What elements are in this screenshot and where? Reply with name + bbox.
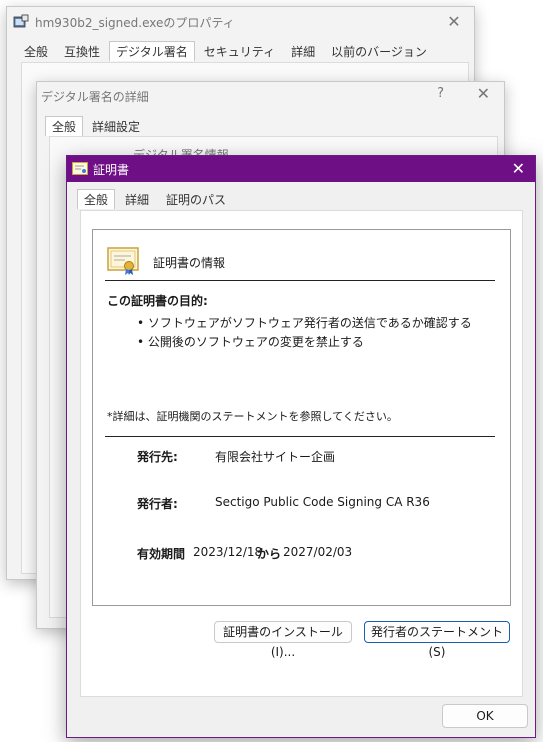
issuer-statement-button[interactable]: 発行者のステートメント(S) (364, 621, 510, 659)
tab-compatibility[interactable]: 互換性 (57, 41, 107, 61)
tab-certification-path[interactable]: 証明のパス (159, 189, 233, 209)
certificate-window: 証明書 ✕ 全般 詳細 証明のパス 証明書の情報 この証明書の目的: • ソフト… (66, 155, 536, 738)
issued-by-label: 発行者: (137, 497, 178, 511)
executable-icon (13, 14, 29, 28)
certificate-icon (72, 162, 88, 175)
purpose-heading: この証明書の目的: (107, 294, 208, 308)
close-icon[interactable]: ✕ (444, 12, 464, 32)
tab-advanced[interactable]: 詳細設定 (85, 116, 147, 136)
tab-security[interactable]: セキュリティ (197, 41, 282, 61)
issued-by-value: Sectigo Public Code Signing CA R36 (215, 495, 430, 509)
issued-to-label: 発行先: (137, 450, 178, 464)
help-icon[interactable]: ? (437, 86, 444, 101)
tab-previous-versions[interactable]: 以前のバージョン (324, 41, 434, 61)
issued-to-value: 有限会社サイトー企画 (215, 450, 336, 464)
tab-details[interactable]: 詳細 (284, 41, 322, 61)
certificate-info-heading: 証明書の情報 (153, 256, 226, 270)
close-icon[interactable]: ✕ (477, 84, 490, 103)
tab-general[interactable]: 全般 (45, 116, 84, 136)
validity-label: 有効期間 (137, 547, 186, 561)
tab-general[interactable]: 全般 (17, 41, 55, 61)
divider (105, 436, 495, 437)
signature-details-title: デジタル署名の詳細 (41, 90, 149, 104)
valid-to-value: 2027/02/03 (283, 545, 353, 559)
properties-tabs: 全般 互換性 デジタル署名 セキュリティ 詳細 以前のバージョン (17, 41, 436, 61)
certificate-info-box: 証明書の情報 この証明書の目的: • ソフトウェアがソフトウェア発行者の送信であ… (92, 229, 511, 606)
purpose-item: • 公開後のソフトウェアの変更を禁止する (137, 335, 364, 349)
close-icon[interactable]: ✕ (512, 159, 525, 178)
tab-digital-signatures[interactable]: デジタル署名 (109, 41, 195, 61)
certificate-titlebar[interactable]: 証明書 ✕ (67, 156, 535, 182)
tab-details[interactable]: 詳細 (118, 189, 156, 209)
valid-from-value: 2023/12/18 (193, 545, 263, 559)
tab-general[interactable]: 全般 (77, 189, 116, 209)
purpose-item: • ソフトウェアがソフトウェア発行者の送信であるか確認する (137, 316, 472, 330)
certificate-tabs: 全般 詳細 証明のパス (77, 189, 236, 209)
properties-titlebar[interactable]: hm930b2_signed.exeのプロパティ ✕ (7, 7, 474, 37)
certificate-title: 証明書 (93, 163, 130, 177)
properties-title: hm930b2_signed.exeのプロパティ (35, 16, 235, 30)
install-certificate-button[interactable]: 証明書のインストール(I)... (214, 621, 352, 659)
signature-details-tabs: 全般 詳細設定 (45, 116, 149, 136)
statement-note: *詳細は、証明機関のステートメントを参照してください。 (107, 410, 398, 423)
certificate-icon (107, 247, 139, 275)
divider (105, 280, 495, 281)
valid-to-word: から (257, 547, 282, 561)
ok-button[interactable]: OK (442, 704, 528, 728)
